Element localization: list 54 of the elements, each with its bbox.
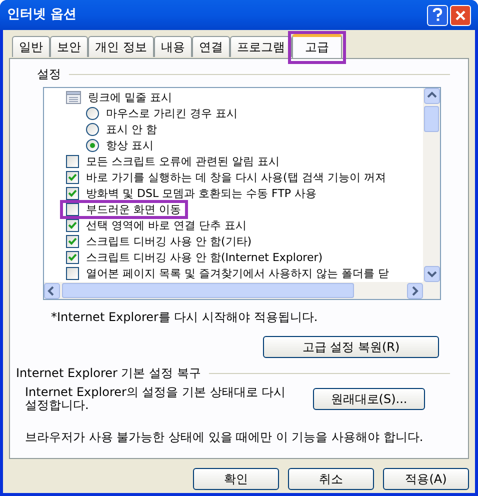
vertical-scrollbar[interactable] [423,88,440,282]
restart-note: *Internet Explorer를 다시 시작해야 적용됩니다. [51,309,319,326]
reset-description: Internet Explorer의 설정을 기본 상태대로 다시 설정합니다. [25,386,287,412]
radio-button[interactable] [86,106,99,120]
checkbox[interactable] [66,170,79,184]
tab[interactable]: 일반 [12,36,50,57]
checkbox[interactable] [66,202,79,216]
tab[interactable]: 프로그램 [230,36,292,57]
radio-button[interactable] [86,122,99,136]
setting-label: 모든 스크립트 오류에 관련된 알림 표시 [86,154,280,168]
settings-group-icon [66,90,81,104]
group-title: Internet Explorer 기본 설정 복구 [16,365,201,382]
tab[interactable]: 연결 [192,36,230,57]
setting-label: 마우스로 가리킨 경우 표시 [106,106,238,120]
reset-warning: 브라우저가 사용 불가능한 상태에 있을 때에만 이 기능을 사용해야 합니다. [25,429,424,446]
tab[interactable]: 고급 [292,34,342,58]
help-button[interactable] [427,4,448,26]
setting-label: 방화벽 및 DSL 모뎀과 호환되는 수동 FTP 사용 [86,186,317,200]
scroll-thumb[interactable] [62,283,354,298]
checkbox[interactable] [66,234,79,248]
tab[interactable]: 개인 정보 [88,36,154,57]
tab[interactable]: 내용 [154,36,192,57]
reset-button[interactable]: 원래대로(S)... [313,388,425,410]
horizontal-scrollbar[interactable] [44,282,440,299]
window-title: 인터넷 옵션 [7,6,78,24]
scroll-left-icon[interactable] [44,282,60,298]
dialog-button[interactable]: 확인 [193,468,279,490]
setting-label: 스크립트 디버깅 사용 안 함(기타) [86,234,252,248]
dialog-button[interactable]: 취소 [288,468,374,490]
checkbox[interactable] [66,250,79,264]
group-title: 설정 [37,66,61,83]
setting-label: 선택 영역에 바로 연결 단추 표시 [86,218,246,232]
tab[interactable]: 보안 [50,36,88,57]
setting-label: 바로 가기를 실행하는 데 창을 다시 사용(탭 검색 기능이 꺼져 [86,170,386,184]
setting-label: 링크에 밑줄 표시 [88,90,172,104]
help-icon [432,8,443,22]
close-button[interactable] [450,4,471,26]
scroll-thumb[interactable] [424,106,439,132]
scroll-down-icon[interactable] [424,266,440,282]
setting-label: 열어본 페이지 목록 및 즐겨찾기에서 사용하지 않는 폴더를 닫 [86,266,389,280]
restore-advanced-button[interactable]: 고급 설정 복원(R) [263,336,439,358]
setting-label: 부드러운 화면 이동 [86,202,181,216]
checkbox[interactable] [66,186,79,200]
checkbox[interactable] [66,266,79,280]
setting-label: 스크립트 디버깅 사용 안 함(Internet Explorer) [86,250,323,264]
checkbox[interactable] [66,218,79,232]
scroll-right-icon[interactable] [407,282,423,298]
checkbox[interactable] [66,154,79,168]
close-icon [455,10,466,20]
setting-label: 항상 표시 [106,138,154,152]
radio-button[interactable] [86,138,99,152]
scroll-up-icon[interactable] [424,88,440,104]
setting-label: 표시 안 함 [106,122,157,136]
dialog-button[interactable]: 적용(A) [383,468,469,490]
